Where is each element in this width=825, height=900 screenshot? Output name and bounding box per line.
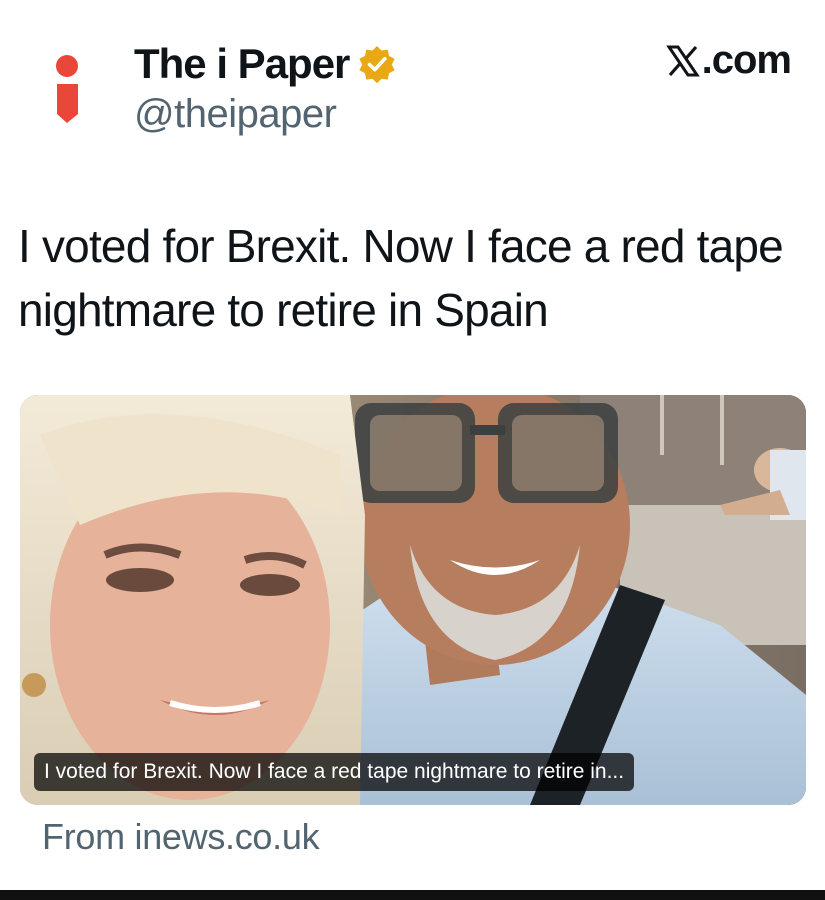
i-paper-logo-icon[interactable] [48, 52, 88, 130]
article-photo [20, 395, 806, 805]
display-name[interactable]: The i Paper [134, 40, 350, 88]
link-card-image[interactable]: I voted for Brexit. Now I face a red tap… [20, 395, 806, 805]
account-name-row[interactable]: The i Paper [134, 36, 397, 92]
platform-label: .com [701, 38, 792, 82]
tweet-text: I voted for Brexit. Now I face a red tap… [18, 220, 784, 336]
platform-brand: .com [665, 38, 792, 83]
verified-badge-icon [359, 46, 396, 84]
account-handle[interactable]: @theipaper [134, 92, 337, 137]
link-card-caption[interactable]: I voted for Brexit. Now I face a red tap… [34, 753, 635, 791]
link-card-source[interactable]: From inews.co.uk [42, 816, 320, 858]
tweet-screenshot: The i Paper @theipaper .com I voted for … [0, 0, 825, 900]
x-logo-icon [665, 45, 700, 76]
bottom-divider [0, 890, 825, 900]
